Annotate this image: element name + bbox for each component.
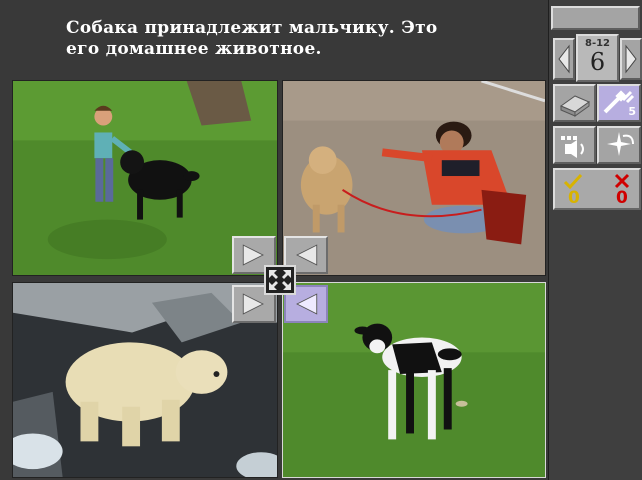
satellite-count: 5 (628, 105, 636, 118)
quiz-stage: Собака принадлежит мальчику. Это его дом… (0, 0, 548, 480)
level-number: 6 (589, 48, 606, 76)
expand-arrows-icon[interactable] (264, 265, 296, 295)
book-button[interactable] (553, 84, 596, 122)
score-panel: 0 0 (553, 168, 641, 210)
checkmark-icon (563, 173, 583, 189)
next-level-button[interactable] (620, 38, 642, 80)
question-prompt: Собака принадлежит мальчику. Это его дом… (66, 18, 526, 60)
satellite-button[interactable]: 5 (597, 84, 641, 122)
right-arrow-icon (625, 44, 637, 74)
prompt-line-1: Собака принадлежит мальчику. Это (66, 18, 438, 38)
sound-button[interactable] (553, 126, 596, 164)
sparkle-icon (607, 132, 634, 156)
correct-count: 0 (568, 188, 580, 208)
speaker-icon (561, 136, 584, 158)
prev-level-button[interactable] (553, 38, 575, 80)
book-icon (559, 95, 591, 117)
menu-button[interactable] (551, 6, 640, 30)
wrong-count: 0 (616, 188, 628, 208)
prompt-line-2: его домашнее животное. (66, 39, 322, 59)
control-panel: 8-12 6 5 0 0 (548, 0, 642, 480)
x-mark-icon (614, 173, 630, 189)
level-display: 8-12 6 (576, 34, 619, 82)
left-arrow-icon (558, 44, 570, 74)
hint-button[interactable] (597, 126, 641, 164)
